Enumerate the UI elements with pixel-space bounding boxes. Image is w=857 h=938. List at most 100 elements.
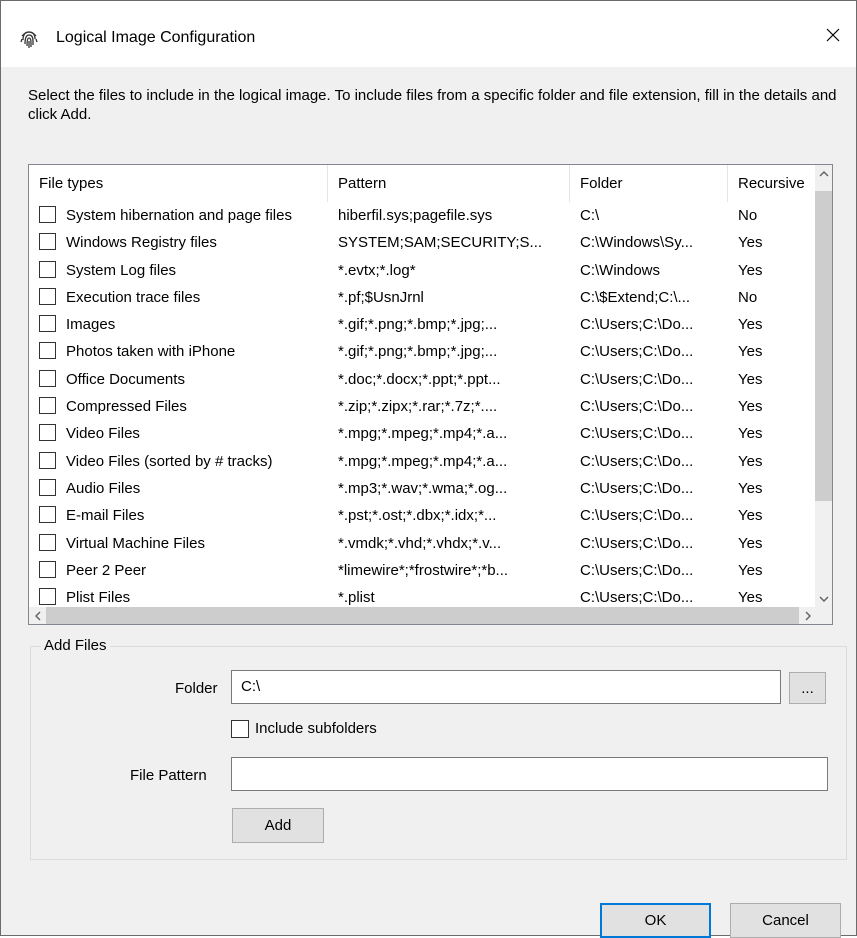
file-type-name: Compressed Files: [66, 398, 187, 416]
table-row[interactable]: Office Documents *.doc;*.docx;*.ppt;*.ppt…: [29, 366, 816, 393]
file-type-name: Office Documents: [66, 370, 185, 388]
vertical-scrollbar[interactable]: [815, 165, 832, 607]
file-pattern-label: File Pattern: [130, 767, 207, 784]
file-type-name: Execution trace files: [66, 288, 201, 306]
row-checkbox[interactable]: [39, 560, 56, 578]
file-type-name: Images: [66, 316, 116, 334]
folder-cell: C:\Windows\Sy...: [580, 234, 694, 252]
table-row[interactable]: Peer 2 Peer *limewire*;*frostwire*;*b... C…: [29, 557, 816, 584]
file-type-name: Plist Files: [66, 589, 131, 607]
recursive-cell: No: [738, 207, 758, 224]
table-row[interactable]: Compressed Files *.zip;*.zipx;*.rar;*.7z;…: [29, 393, 816, 420]
recursive-cell: Yes: [738, 507, 763, 525]
table-row[interactable]: System hibernation and page files hiberfi…: [29, 202, 816, 229]
row-checkbox[interactable]: [39, 533, 56, 551]
table-row[interactable]: Audio Files *.mp3;*.wav;*.wma;*.og... C:\U…: [29, 475, 816, 502]
row-checkbox[interactable]: [39, 206, 56, 223]
cancel-button[interactable]: Cancel: [730, 903, 841, 938]
row-checkbox[interactable]: [39, 287, 56, 305]
pattern-cell: *.evtx;*.log*: [338, 261, 416, 279]
row-checkbox[interactable]: [39, 233, 56, 251]
folder-cell: C:\Users;C:\Do...: [580, 561, 694, 579]
scroll-right-icon[interactable]: [799, 607, 816, 624]
row-checkbox[interactable]: [39, 588, 56, 606]
file-type-name: System Log files: [66, 261, 177, 279]
scroll-up-icon[interactable]: [815, 165, 832, 182]
folder-cell: C:\Users;C:\Do...: [580, 398, 694, 416]
table-row[interactable]: Plist Files *.plist C:\Users;C:\Do... Yes: [29, 584, 816, 607]
folder-cell: C:\Users;C:\Do...: [580, 507, 694, 525]
folder-input[interactable]: C:\: [231, 670, 781, 704]
folder-cell: C:\Users;C:\Do...: [580, 370, 694, 388]
row-checkbox[interactable]: [39, 424, 56, 442]
column-header-recursive[interactable]: Recursive: [728, 165, 816, 202]
folder-cell: C:\Users;C:\Do...: [580, 589, 694, 607]
recursive-cell: Yes: [738, 370, 763, 388]
add-button[interactable]: Add: [232, 808, 324, 843]
table-row[interactable]: Images *.gif;*.png;*.bmp;*.jpg;... C:\User…: [29, 311, 816, 338]
browse-folder-button[interactable]: ...: [789, 672, 826, 704]
folder-cell: C:\Users;C:\Do...: [580, 425, 694, 443]
column-header-file-types[interactable]: File types: [29, 165, 328, 202]
scroll-down-icon[interactable]: [815, 590, 832, 607]
file-type-name: System hibernation and page files: [66, 207, 292, 224]
folder-cell: C:\Users;C:\Do...: [580, 452, 694, 470]
file-type-name: Peer 2 Peer: [66, 561, 147, 579]
folder-cell: C:\: [580, 207, 600, 224]
horizontal-scrollbar[interactable]: [29, 607, 816, 624]
ok-button[interactable]: OK: [600, 903, 711, 938]
table-row[interactable]: E-mail Files *.pst;*.ost;*.dbx;*.idx;*...…: [29, 502, 816, 529]
file-type-name: Audio Files: [66, 479, 141, 497]
folder-cell: C:\Users;C:\Do...: [580, 534, 694, 552]
row-checkbox[interactable]: [39, 451, 56, 469]
recursive-cell: Yes: [738, 479, 763, 497]
recursive-cell: Yes: [738, 343, 763, 361]
file-type-name: E-mail Files: [66, 507, 145, 525]
table-row[interactable]: Video Files (sorted by # tracks) *.mpg;*.…: [29, 448, 816, 475]
table-row[interactable]: Photos taken with iPhone *.gif;*.png;*.bm…: [29, 338, 816, 365]
window-title: Logical Image Configuration: [56, 29, 256, 46]
file-types-list[interactable]: File types Pattern Folder Recursive Syst…: [28, 164, 833, 625]
column-header-folder[interactable]: Folder: [570, 165, 728, 202]
row-checkbox[interactable]: [39, 506, 56, 524]
include-subfolders-label[interactable]: Include subfolders: [255, 720, 377, 737]
row-checkbox[interactable]: [39, 397, 56, 415]
table-row[interactable]: Virtual Machine Files *.vmdk;*.vhd;*.vhdx…: [29, 530, 816, 557]
vertical-scroll-thumb[interactable]: [815, 191, 832, 501]
recursive-cell: Yes: [738, 316, 763, 334]
dialog-window: Logical Image Configuration Select the f…: [0, 0, 857, 938]
file-type-name: Video Files: [66, 425, 140, 443]
row-checkbox[interactable]: [39, 478, 56, 496]
row-checkbox[interactable]: [39, 369, 56, 387]
recursive-cell: Yes: [738, 452, 763, 470]
table-row[interactable]: System Log files *.evtx;*.log* C:\Windows Y…: [29, 257, 816, 284]
table-row[interactable]: Execution trace files *.pf;$UsnJrnl C:\$Ex…: [29, 284, 816, 311]
recursive-cell: Yes: [738, 398, 763, 416]
scrollbar-corner: [815, 607, 832, 624]
pattern-cell: *.doc;*.docx;*.ppt;*.ppt...: [338, 370, 501, 388]
row-checkbox[interactable]: [39, 315, 56, 333]
close-button[interactable]: [810, 15, 856, 59]
column-header-pattern[interactable]: Pattern: [328, 165, 570, 202]
list-rows: System hibernation and page files hiberfi…: [29, 202, 816, 607]
include-subfolders-checkbox[interactable]: [231, 720, 249, 738]
row-checkbox[interactable]: [39, 342, 56, 360]
pattern-cell: *.pf;$UsnJrnl: [338, 288, 424, 306]
file-pattern-input[interactable]: [231, 757, 828, 791]
scroll-left-icon[interactable]: [29, 607, 46, 624]
horizontal-scroll-thumb[interactable]: [46, 607, 799, 624]
list-header: File types Pattern Folder Recursive: [29, 165, 816, 202]
pattern-cell: *limewire*;*frostwire*;*b...: [338, 561, 509, 579]
recursive-cell: Yes: [738, 261, 763, 279]
file-type-name: Windows Registry files: [66, 234, 217, 252]
pattern-cell: *.pst;*.ost;*.dbx;*.idx;*...: [338, 507, 497, 525]
pattern-cell: *.vmdk;*.vhd;*.vhdx;*.v...: [338, 534, 502, 552]
table-row[interactable]: Video Files *.mpg;*.mpeg;*.mp4;*.a... C:\U…: [29, 420, 816, 447]
pattern-cell: *.plist: [338, 589, 375, 607]
table-row[interactable]: Windows Registry files SYSTEM;SAM;SECURIT…: [29, 229, 816, 256]
row-checkbox[interactable]: [39, 260, 56, 278]
folder-cell: C:\Windows: [580, 261, 661, 279]
pattern-cell: *.mp3;*.wav;*.wma;*.og...: [338, 479, 508, 497]
instructions-text: Select the files to include in the logic…: [28, 87, 837, 123]
pattern-cell: *.zip;*.zipx;*.rar;*.7z;*....: [338, 398, 498, 416]
